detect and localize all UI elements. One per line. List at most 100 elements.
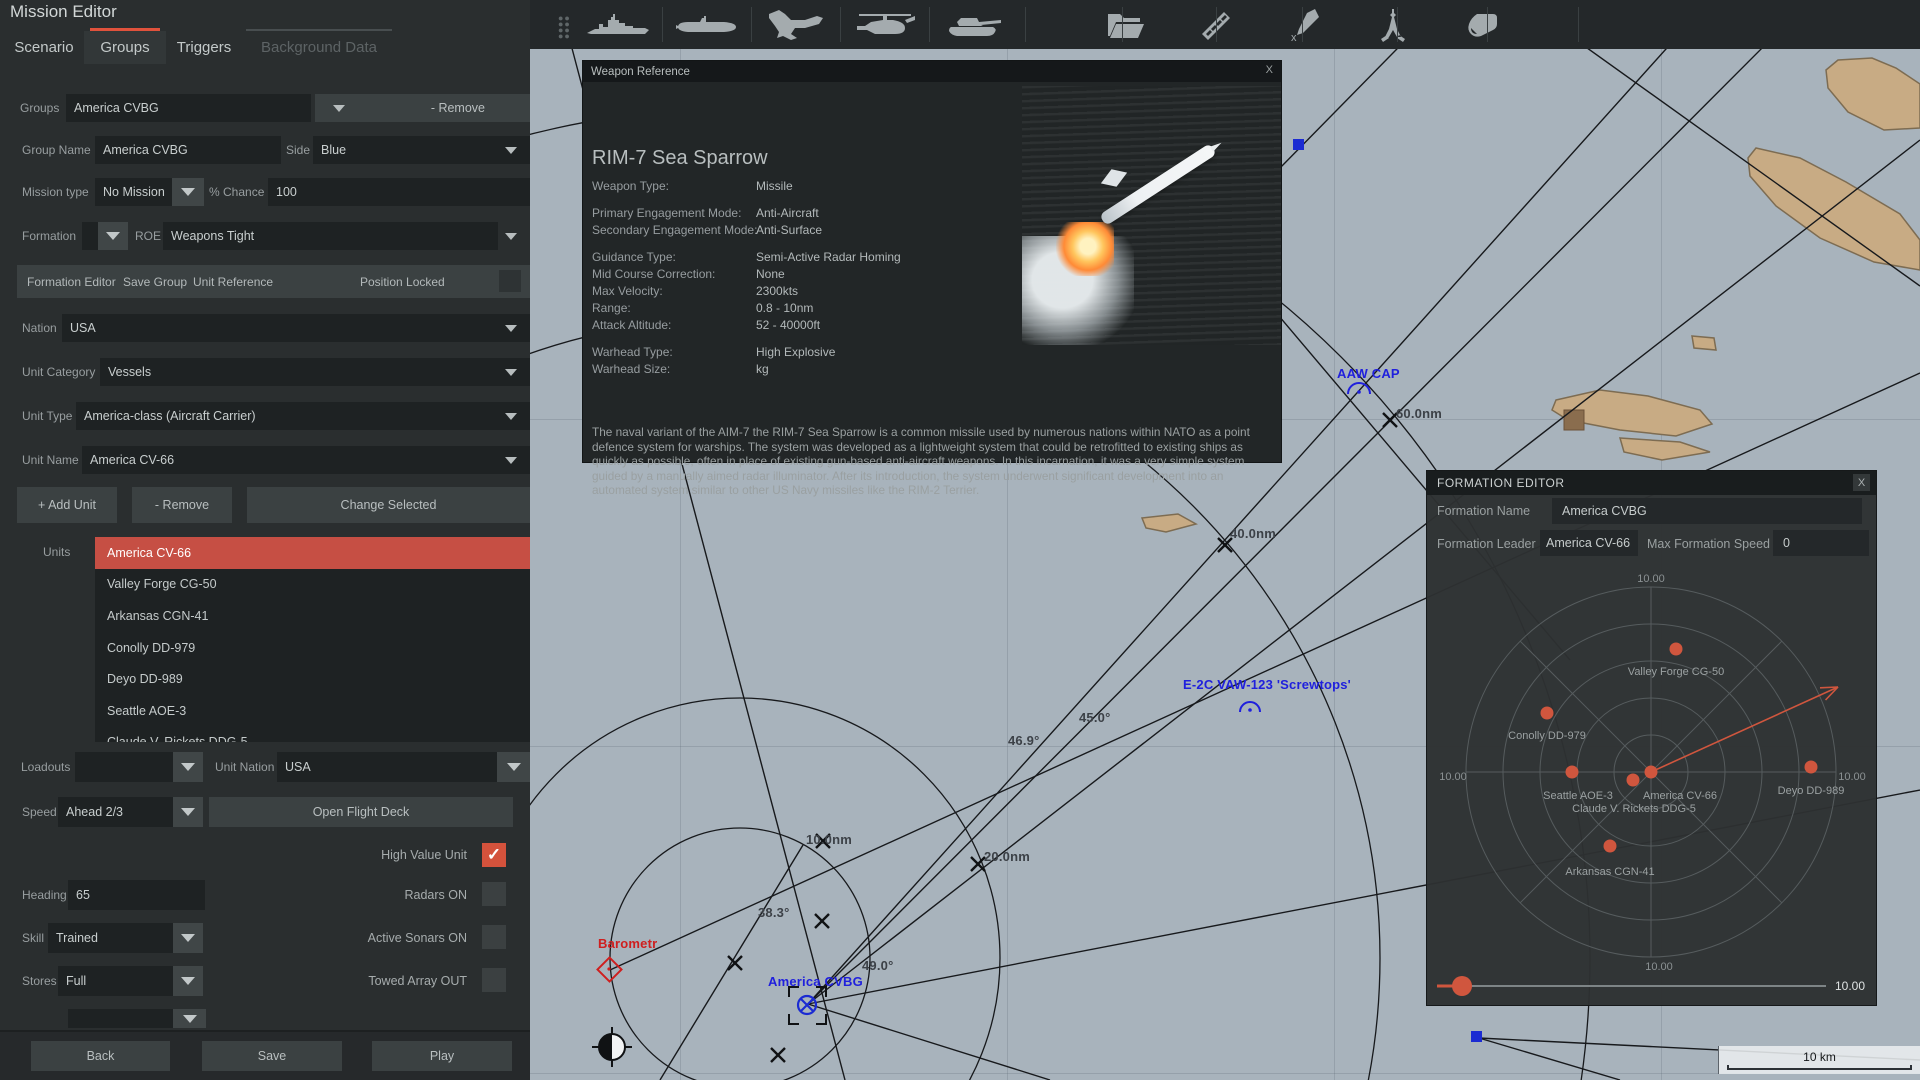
- play-button[interactable]: Play: [372, 1041, 512, 1071]
- formation-unit-dot[interactable]: [1603, 839, 1617, 853]
- towed-array-out-checkbox[interactable]: [482, 968, 506, 992]
- chevron-down-icon[interactable]: [505, 325, 517, 332]
- chevron-down-icon[interactable]: [505, 457, 517, 464]
- heading-input[interactable]: 65: [68, 880, 205, 910]
- formation-dropdown[interactable]: [98, 222, 128, 250]
- formation-unit-dot[interactable]: [1804, 760, 1818, 774]
- formation-unit-dot[interactable]: [1626, 773, 1640, 787]
- formation-unit-dot[interactable]: [1669, 642, 1683, 656]
- formation-polar-plot[interactable]: 10.00 10.00 10.00 10.00 Valley Forge CG-…: [1427, 495, 1876, 1005]
- position-locked-label[interactable]: Position Locked: [360, 275, 445, 289]
- speed-select[interactable]: Ahead 2/3: [58, 797, 173, 827]
- distance-label-40nm: 40.0nm: [1230, 526, 1277, 541]
- surface-ship-icon[interactable]: [574, 0, 662, 49]
- save-button[interactable]: Save: [202, 1041, 342, 1071]
- unit-reference-button[interactable]: Unit Reference: [193, 275, 273, 289]
- helicopter-icon[interactable]: [841, 0, 929, 49]
- stores-dropdown[interactable]: [173, 966, 203, 996]
- tab-background-data[interactable]: Background Data: [246, 29, 392, 64]
- loadouts-select[interactable]: [75, 752, 173, 782]
- formation-unit-dot[interactable]: [1540, 706, 1554, 720]
- ruler-icon[interactable]: [1171, 0, 1259, 49]
- formation-unit-dot[interactable]: [1565, 765, 1579, 779]
- side-select[interactable]: Blue: [313, 136, 530, 164]
- chevron-down-icon[interactable]: [505, 233, 517, 240]
- spec-label: Weapon Type:: [592, 179, 669, 193]
- chance-input[interactable]: 100: [268, 178, 530, 206]
- mission-type-dropdown[interactable]: [172, 178, 204, 206]
- tab-scenario[interactable]: Scenario: [8, 31, 80, 64]
- map-label-barometr[interactable]: Barometr: [598, 936, 657, 951]
- formation-editor-button[interactable]: Formation Editor: [27, 275, 116, 289]
- add-unit-button[interactable]: + Add Unit: [17, 487, 117, 523]
- speed-dropdown[interactable]: [173, 797, 203, 827]
- unit-type-select[interactable]: America-class (Aircraft Carrier): [76, 402, 530, 430]
- groups-select[interactable]: America CVBG: [66, 94, 311, 122]
- chevron-down-icon[interactable]: [505, 147, 517, 154]
- remove-group-button[interactable]: - Remove: [431, 101, 485, 115]
- roe-select[interactable]: Weapons Tight: [163, 222, 498, 250]
- unit-name-select[interactable]: America CV-66: [82, 446, 530, 474]
- save-group-button[interactable]: Save Group: [123, 275, 187, 289]
- loadouts-dropdown[interactable]: [173, 752, 203, 782]
- submarine-icon[interactable]: [663, 0, 751, 49]
- map-label-america-cvbg[interactable]: America CVBG: [768, 974, 863, 989]
- skill-dropdown[interactable]: [173, 923, 203, 953]
- aircraft-icon[interactable]: [752, 0, 840, 49]
- spec-row: Attack Altitude: 52 - 40000ft: [592, 318, 820, 332]
- unit-list-item[interactable]: Conolly DD-979: [95, 632, 530, 664]
- eraser-icon[interactable]: [1438, 0, 1526, 49]
- chevron-down-icon[interactable]: [505, 413, 517, 420]
- unit-list-item[interactable]: America CV-66: [95, 537, 530, 569]
- nation-select[interactable]: USA: [62, 314, 530, 342]
- toolbar-drag-handle[interactable]: ●● ●● ●● ●●: [558, 14, 570, 41]
- chevron-down-icon[interactable]: [333, 105, 345, 112]
- unit-list-item[interactable]: Seattle AOE-3: [95, 695, 530, 727]
- unit-list-item[interactable]: Deyo DD-989: [95, 663, 530, 695]
- change-selected-button[interactable]: Change Selected: [247, 487, 530, 523]
- close-icon[interactable]: X: [1266, 64, 1273, 76]
- unit-nation-dropdown[interactable]: [497, 752, 530, 782]
- unit-square-marker[interactable]: [1471, 1031, 1482, 1042]
- tab-groups[interactable]: Groups: [84, 28, 166, 64]
- formation-editor-titlebar[interactable]: FORMATION EDITOR X: [1427, 471, 1876, 495]
- skill-select[interactable]: Trained: [48, 923, 173, 953]
- tank-icon[interactable]: [930, 0, 1018, 49]
- chevron-down-icon[interactable]: [505, 369, 517, 376]
- back-button[interactable]: Back: [31, 1041, 170, 1071]
- spec-label: Warhead Type:: [592, 345, 673, 359]
- unit-category-select[interactable]: Vessels: [100, 358, 530, 386]
- map-label-e2c[interactable]: E-2C VAW-123 'Screwtops': [1183, 677, 1351, 692]
- unit-square-marker[interactable]: [1293, 139, 1304, 150]
- pencil-icon[interactable]: x: [1260, 0, 1348, 49]
- compass-icon[interactable]: [1349, 0, 1437, 49]
- unit-nation-select[interactable]: USA: [277, 752, 497, 782]
- rocket-flame: [1056, 222, 1114, 276]
- mission-type-select[interactable]: No Mission: [95, 178, 172, 206]
- remove-unit-button[interactable]: - Remove: [132, 487, 232, 523]
- groups-dropdown-remove-bar[interactable]: - Remove: [315, 94, 530, 122]
- folder-icon[interactable]: [1082, 0, 1170, 49]
- map-label-aaw-cap[interactable]: AAW CAP: [1337, 366, 1400, 381]
- group-name-label: Group Name: [22, 143, 91, 157]
- close-icon[interactable]: X: [1853, 474, 1870, 491]
- weapon-reference-titlebar[interactable]: Weapon Reference X: [583, 61, 1281, 82]
- unit-list-item[interactable]: Valley Forge CG-50: [95, 569, 530, 601]
- stores-select[interactable]: Full: [58, 966, 173, 996]
- unit-list-item[interactable]: Arkansas CGN-41: [95, 600, 530, 632]
- distance-label-20nm: 20.0nm: [984, 849, 1031, 864]
- radars-on-checkbox[interactable]: [482, 882, 506, 906]
- clipped-dropdown[interactable]: [173, 1009, 206, 1028]
- open-flight-deck-button[interactable]: Open Flight Deck: [209, 797, 513, 827]
- group-name-input[interactable]: America CVBG: [95, 136, 281, 164]
- formation-select[interactable]: [82, 222, 98, 250]
- formation-unit-dot[interactable]: [1644, 765, 1658, 779]
- unit-list-item[interactable]: Claude V. Rickets DDG-5: [95, 727, 530, 742]
- clipped-select[interactable]: [68, 1009, 173, 1028]
- units-list[interactable]: America CV-66 Valley Forge CG-50 Arkansas …: [95, 537, 530, 742]
- active-sonars-on-checkbox[interactable]: [482, 925, 506, 949]
- spec-label: Range:: [592, 301, 631, 315]
- tab-triggers[interactable]: Triggers: [170, 31, 238, 64]
- position-locked-checkbox[interactable]: [499, 270, 521, 292]
- high-value-unit-checkbox[interactable]: ✓: [482, 843, 506, 867]
